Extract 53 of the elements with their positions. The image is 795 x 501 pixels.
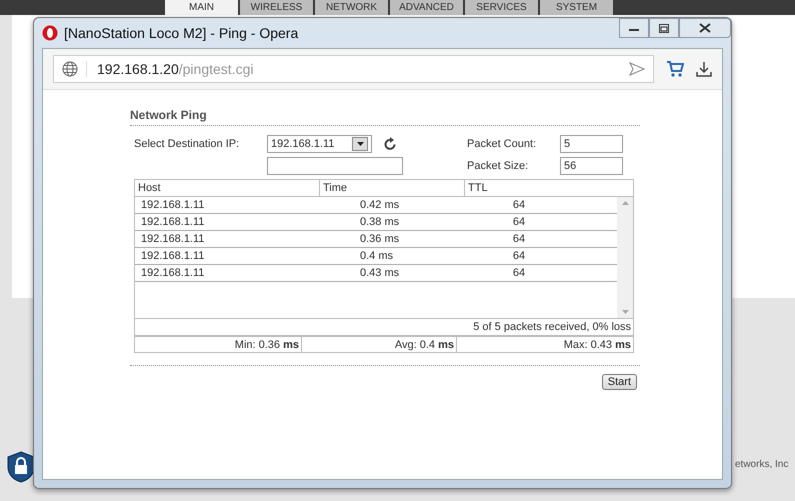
window-title: [NanoStation Loco M2] - Ping - Opera (64, 25, 300, 41)
table-cell-text: 192.168.1.11 (140, 267, 206, 279)
table-cell-text: 0.42 ms (360, 199, 400, 211)
close-icon (699, 23, 711, 33)
stat-cell: Min: 0.36 ms (134, 336, 302, 352)
nav-tab[interactable]: ADVANCED (390, 0, 465, 15)
field-label: Packet Size: (467, 160, 530, 172)
send-icon[interactable] (629, 62, 645, 76)
close-button[interactable] (679, 18, 731, 38)
table-cell-text: 64 (512, 250, 526, 262)
table-cell-text: 64 (512, 267, 526, 279)
column-header: TTL (464, 180, 634, 196)
shopping-cart-icon[interactable] (666, 60, 684, 78)
table-cell-text: 192.168.1.11 (140, 233, 206, 245)
maximize-button[interactable] (649, 18, 679, 38)
refresh-icon[interactable] (384, 137, 397, 151)
download-icon[interactable] (696, 61, 712, 77)
caret-icon (356, 142, 364, 146)
field-label: Packet Count: (467, 138, 538, 150)
minimize-button[interactable] (619, 18, 649, 38)
column-header: Host (134, 180, 320, 196)
custom-ip-field[interactable] (267, 157, 403, 175)
packet-count-field[interactable]: 5 (560, 135, 623, 153)
table-cell-text: 0.4 ms (360, 250, 394, 262)
table-cell-text: 192.168.1.11 (140, 250, 206, 262)
field-label: Select Destination IP: (134, 138, 240, 150)
globe-icon (62, 61, 78, 77)
footer-text: etworks, Inc (735, 459, 788, 470)
table-cell-text: 0.36 ms (360, 233, 400, 245)
nav-tab[interactable]: SERVICES (465, 0, 540, 15)
shield-lock-icon (7, 451, 35, 483)
stat-cell: Avg: 0.4 ms (302, 336, 456, 352)
table-cell-text: 0.43 ms (360, 267, 400, 279)
table-cell-text: 192.168.1.11 (140, 216, 206, 228)
summary-text: 5 of 5 packets received, 0% loss (134, 318, 634, 336)
start-button[interactable]: Start (602, 374, 637, 390)
section-heading: Network Ping (130, 108, 640, 126)
table-cell-text: 192.168.1.11 (140, 199, 206, 211)
nav-tab[interactable]: SYSTEM (540, 0, 615, 15)
table-cell-text: 64 (512, 199, 526, 211)
table-cell-text: 0.38 ms (360, 216, 400, 228)
nav-tab[interactable]: NETWORK (315, 0, 390, 15)
column-header: Time (320, 180, 464, 196)
destination-dropdown[interactable]: 192.168.1.11 (267, 135, 372, 153)
table-cell-text: 64 (512, 233, 526, 245)
stat-cell: Max: 0.43 ms (456, 336, 634, 352)
table-cell-text: 64 (512, 216, 526, 228)
address-bar[interactable]: 192.168.1.20/pingtest.cgi (53, 55, 654, 83)
nav-tab[interactable]: WIRELESS (240, 0, 315, 15)
nav-tab[interactable]: MAIN (165, 0, 240, 15)
maximize-icon (659, 24, 669, 32)
packet-size-field[interactable]: 56 (560, 157, 623, 175)
browser-logo-icon (42, 25, 58, 41)
